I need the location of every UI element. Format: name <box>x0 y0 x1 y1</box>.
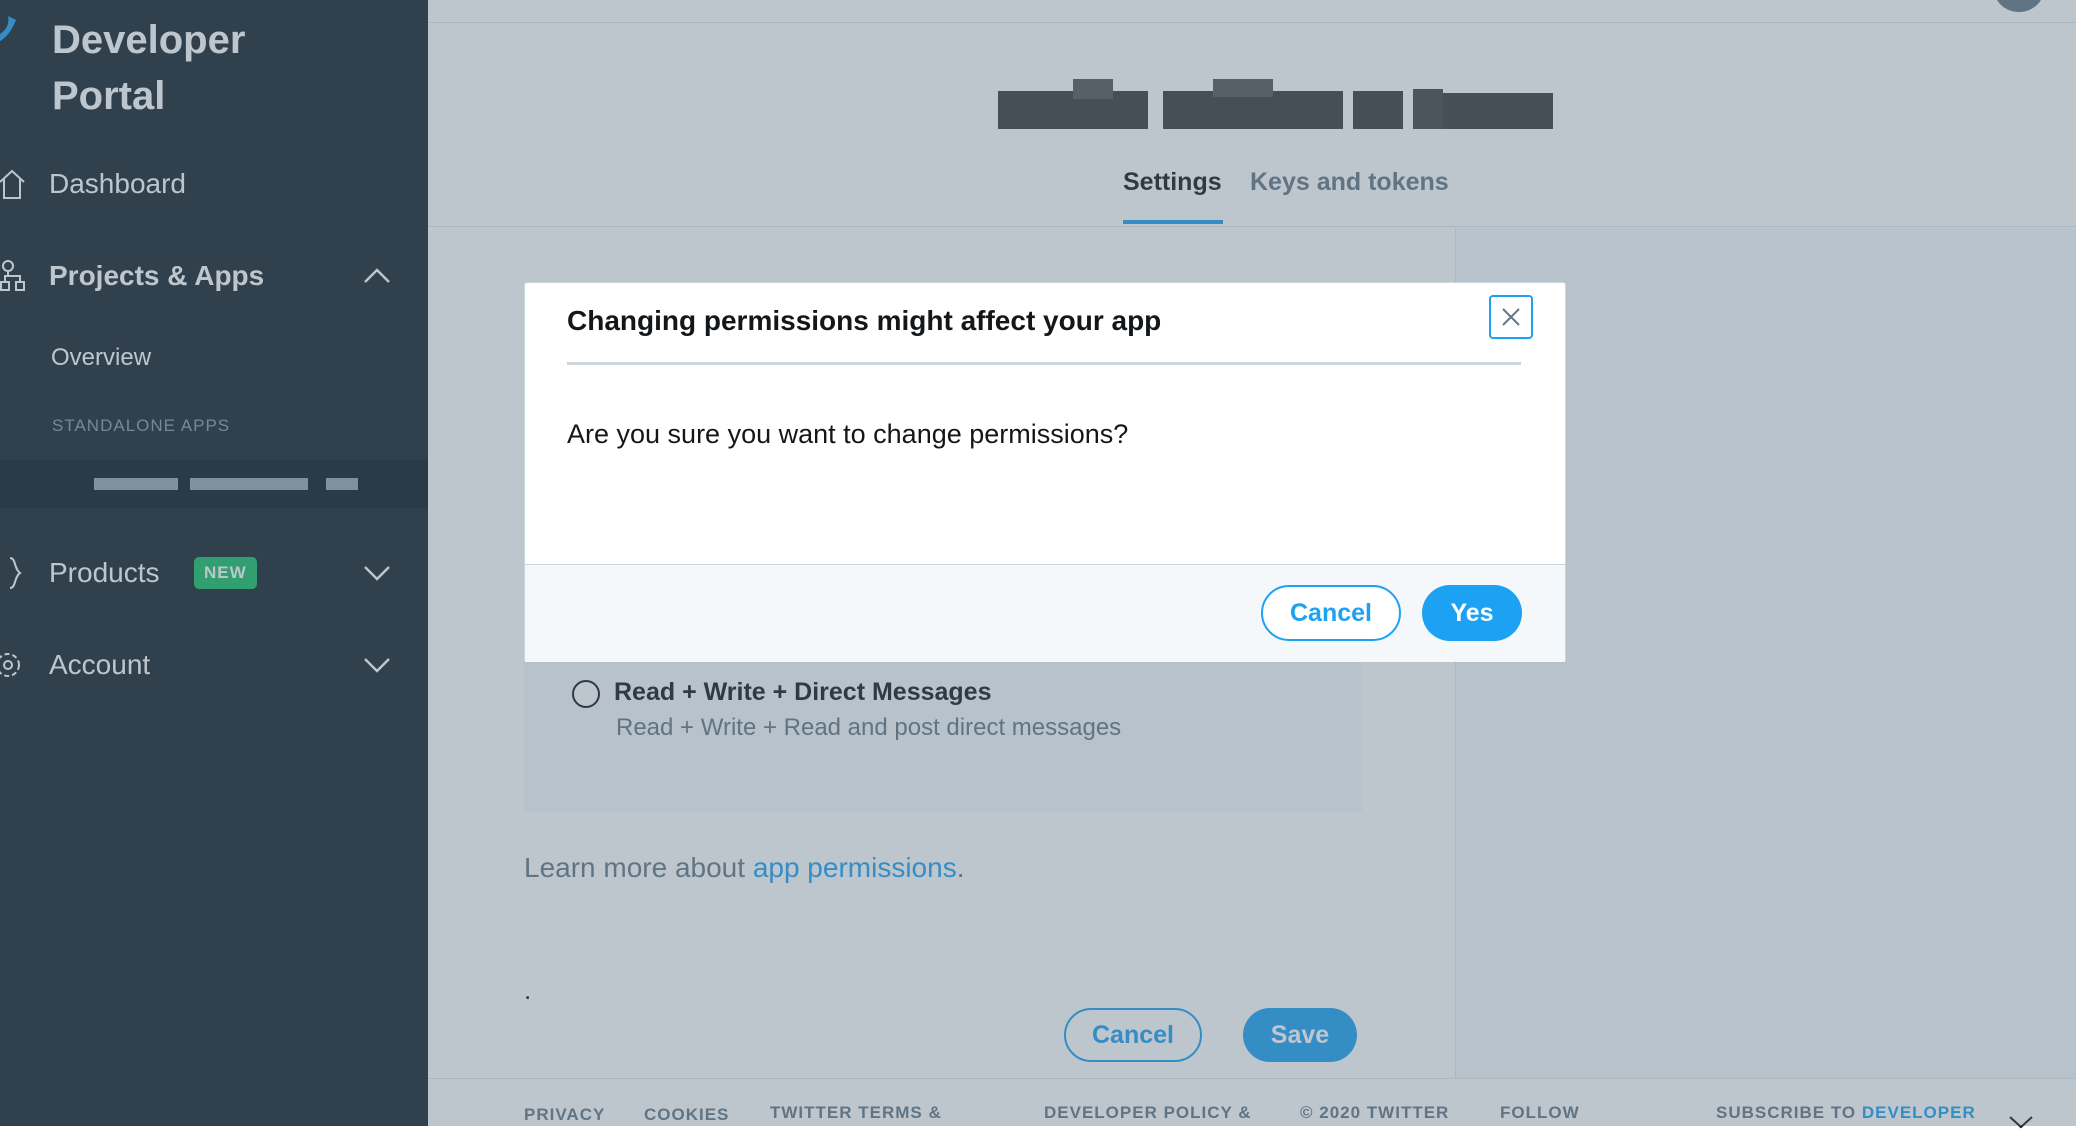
dialog-title: Changing permissions might affect your a… <box>567 305 1162 336</box>
dialog-yes-button[interactable]: Yes <box>1422 585 1522 641</box>
close-button[interactable] <box>1489 295 1533 339</box>
close-icon <box>1502 308 1520 326</box>
confirm-dialog: Changing permissions might affect your a… <box>524 282 1566 662</box>
dialog-message: Are you sure you want to change permissi… <box>567 419 1129 449</box>
dialog-footer: Cancel Yes <box>525 564 1565 662</box>
divider <box>567 362 1521 365</box>
dialog-cancel-button[interactable]: Cancel <box>1261 585 1401 641</box>
